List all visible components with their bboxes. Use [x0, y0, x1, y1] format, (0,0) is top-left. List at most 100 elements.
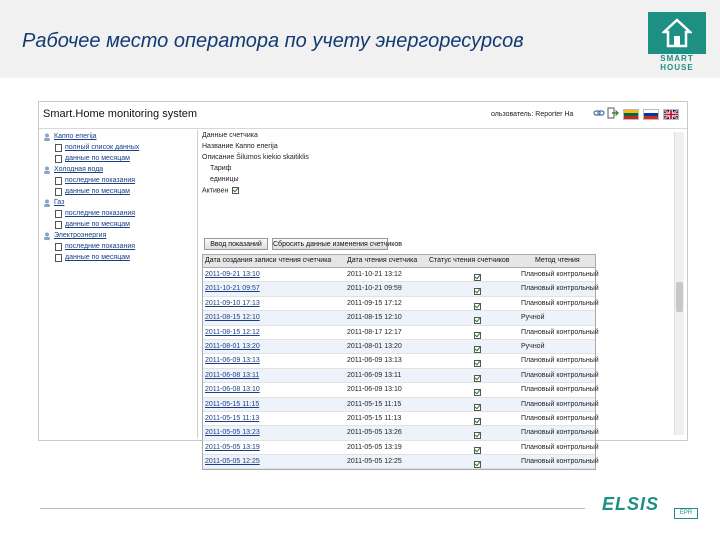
sidebar-node-label[interactable]: Холодная вода: [54, 166, 103, 173]
checkbox-icon: [474, 461, 481, 469]
user-icon: [44, 199, 50, 207]
sidebar-item-label[interactable]: последние показания: [65, 243, 135, 250]
checkbox-icon: [474, 403, 481, 411]
logo-text-line2: HOUSE: [660, 63, 694, 72]
cell-read-date: 2011-06-09 13:11: [347, 371, 402, 379]
section-title: Данные счетчика: [202, 132, 258, 139]
cell-read-date: 2011-10-21 13:12: [347, 271, 402, 278]
table-row[interactable]: 2011-05-05 13:23 2011-05-05 13:26 Плановый…: [203, 426, 599, 441]
sidebar-item-last-readings[interactable]: последние показания: [43, 242, 193, 253]
sidebar-item-monthly[interactable]: данные по месяцам: [43, 253, 193, 264]
cell-read-date: 2011-08-01 13:20: [347, 342, 402, 350]
cell-created[interactable]: 2011-06-09 13:13: [205, 357, 260, 364]
cell-method: Плановый контрольный: [521, 285, 599, 293]
table-row[interactable]: 2011-06-08 13:11 2011-06-09 13:11 Плановый…: [203, 368, 599, 384]
cell-created[interactable]: 2011-05-05 13:23: [205, 429, 260, 436]
table-row[interactable]: 2011-05-15 11:13 2011-05-15 11:13 Плановый…: [203, 412, 599, 427]
sidebar-item-monthly[interactable]: данные по месяцам: [43, 187, 193, 198]
reset-data-button[interactable]: Сбросить данные изменения счетчиков: [272, 238, 402, 250]
table-row[interactable]: 2011-09-21 13:10 2011-10-21 13:12 Плановый…: [203, 268, 599, 283]
checkbox-icon: [474, 302, 481, 310]
document-icon: [55, 144, 62, 152]
slide-header: Рабочее место оператора по учету энергор…: [0, 0, 720, 78]
checkbox-icon: [474, 446, 481, 454]
meter-name: Название Каппо епегіја: [202, 143, 278, 150]
table-row[interactable]: 2011-05-05 12:25 2011-05-05 12:25 Плановый…: [203, 455, 599, 470]
sidebar-item-full-list[interactable]: полный список данных: [43, 143, 193, 154]
column-header-method[interactable]: Метод чтения: [535, 257, 580, 264]
checkbox-icon: [474, 417, 481, 425]
cell-created[interactable]: 2011-08-01 13:20: [205, 343, 260, 350]
cell-created[interactable]: 2011-05-05 12:25: [205, 458, 260, 465]
document-icon: [55, 210, 62, 218]
logout-icon[interactable]: [607, 107, 619, 119]
sidebar-item-label[interactable]: данные по месяцам: [65, 188, 130, 195]
table-row[interactable]: 2011-08-15 12:10 2011-08-15 12:10 Ручной: [203, 311, 595, 326]
active-checkbox[interactable]: [232, 187, 240, 194]
document-icon: [55, 177, 62, 185]
vertical-scrollbar[interactable]: [674, 132, 684, 435]
document-icon: [55, 155, 62, 163]
panel-divider[interactable]: [197, 130, 198, 438]
column-header-status[interactable]: Статус чтения счетчиков: [429, 257, 510, 264]
table-row[interactable]: 2011-06-09 13:13 2011-06-09 13:13 Плановый…: [203, 354, 599, 369]
table-row[interactable]: 2011-08-01 13:20 2011-08-01 13:20 Ручной: [203, 339, 595, 355]
sidebar-node-label[interactable]: Газ: [54, 199, 64, 206]
cell-created[interactable]: 2011-08-15 12:12: [205, 329, 260, 336]
checkbox-icon: [474, 389, 481, 397]
cell-method: Плановый контрольный: [521, 271, 599, 278]
readings-table: Дата создания записи чтения счетчика Дат…: [202, 254, 599, 471]
sidebar-item-label[interactable]: данные по месяцам: [65, 254, 130, 261]
cell-read-date: 2011-05-05 13:19: [347, 443, 402, 451]
cell-created[interactable]: 2011-05-15 11:15: [205, 401, 259, 408]
sidebar-node-heat[interactable]: Каппо епегіја: [43, 132, 193, 143]
table-row[interactable]: 2011-05-05 13:19 2011-05-05 13:19 Плановый…: [203, 441, 599, 456]
sidebar-node-label[interactable]: Каппо епегіја: [54, 133, 97, 140]
sidebar-node-electricity[interactable]: Электроэнергия: [43, 231, 193, 242]
column-header-created[interactable]: Дата создания записи чтения счетчика: [205, 257, 331, 264]
sidebar-item-label[interactable]: данные по месяцам: [65, 221, 130, 228]
cell-created[interactable]: 2011-10-21 09:57: [205, 285, 260, 292]
sidebar-item-label[interactable]: полный список данных: [65, 144, 139, 151]
cell-created[interactable]: 2011-06-08 13:11: [205, 372, 259, 379]
app-title: Smart.Home monitoring system: [43, 108, 198, 120]
table-row[interactable]: 2011-05-15 11:15 2011-05-15 11:15 Плановый…: [203, 397, 599, 412]
elsis-logo: ELSIS EPR: [602, 494, 698, 519]
sidebar-item-last-readings[interactable]: последние показания: [43, 176, 193, 187]
flag-gb-icon[interactable]: [663, 109, 679, 120]
cell-created[interactable]: 2011-09-10 17:13: [205, 300, 260, 307]
flag-lt-icon[interactable]: [623, 109, 639, 120]
scrollbar-thumb[interactable]: [676, 282, 683, 312]
sidebar-node-cold-water[interactable]: Холодная вода: [43, 165, 193, 176]
column-header-read-date[interactable]: Дата чтения счетчика: [347, 257, 417, 264]
link-icon[interactable]: [593, 107, 605, 119]
table-row[interactable]: 2011-10-21 09:57 2011-10-21 09:59 Плановый…: [203, 282, 599, 297]
sidebar-item-monthly[interactable]: данные по месяцам: [43, 220, 193, 231]
cell-created[interactable]: 2011-08-15 12:10: [205, 314, 260, 321]
sidebar-node-label[interactable]: Электроэнергия: [54, 232, 106, 239]
sidebar-item-last-readings[interactable]: последние показания: [43, 209, 193, 220]
user-icon: [44, 166, 50, 174]
flag-ru-icon[interactable]: [643, 109, 659, 120]
cell-created[interactable]: 2011-05-15 11:13: [205, 415, 259, 422]
sidebar-item-monthly[interactable]: данные по месяцам: [43, 154, 193, 165]
slide-title: Рабочее место оператора по учету энергор…: [22, 30, 524, 52]
cell-read-date: 2011-10-21 09:59: [347, 285, 402, 293]
footer-logo-text: ELSIS: [602, 494, 660, 514]
table-row[interactable]: 2011-06-08 13:10 2011-06-09 13:10 Плановый…: [203, 383, 599, 398]
cell-read-date: 2011-05-05 13:26: [347, 429, 402, 437]
checkbox-icon: [474, 374, 481, 382]
cell-read-date: 2011-05-15 11:13: [347, 414, 402, 422]
document-icon: [55, 188, 62, 196]
table-row[interactable]: 2011-08-15 12:12 2011-08-17 12:17 Плановый…: [203, 326, 599, 340]
cell-created[interactable]: 2011-06-08 13:10: [205, 386, 260, 393]
sidebar-item-label[interactable]: последние показания: [65, 210, 135, 217]
table-row[interactable]: 2011-09-10 17:13 2011-09-15 17:12 Плановый…: [203, 297, 599, 312]
cell-created[interactable]: 2011-09-21 13:10: [205, 271, 260, 278]
cell-created[interactable]: 2011-05-05 13:19: [205, 444, 260, 451]
sidebar-item-label[interactable]: последние показания: [65, 177, 135, 184]
sidebar: Каппо епегіја полный список данных данны…: [43, 132, 193, 264]
sidebar-item-label[interactable]: данные по месяцам: [65, 155, 130, 162]
enter-reading-button[interactable]: Ввод показаний: [204, 238, 268, 250]
sidebar-node-gas[interactable]: Газ: [43, 198, 193, 209]
